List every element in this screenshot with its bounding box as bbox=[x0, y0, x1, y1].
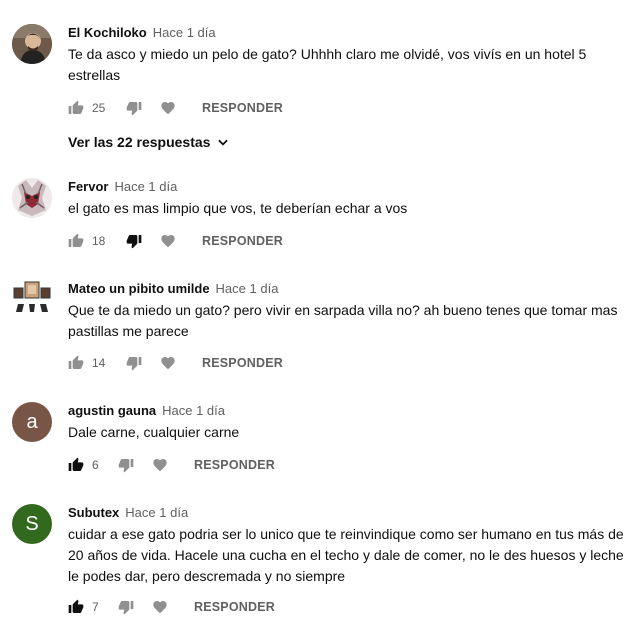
comment-time[interactable]: Hace 1 día bbox=[114, 179, 177, 194]
comment-actions: 18 RESPONDER bbox=[68, 231, 283, 251]
like-count: 14 bbox=[92, 356, 106, 370]
comment-thread: Fervor Hace 1 día el gato es mas limpio q… bbox=[0, 170, 641, 270]
avatar[interactable]: S bbox=[12, 504, 52, 544]
like-icon[interactable] bbox=[68, 457, 84, 473]
comment-thread: Mateo un pibito umilde Hace 1 día Que te … bbox=[0, 270, 641, 392]
like-icon[interactable] bbox=[68, 233, 84, 249]
heart-icon[interactable] bbox=[152, 457, 168, 473]
reply-button[interactable]: RESPONDER bbox=[194, 600, 275, 614]
like-icon[interactable] bbox=[68, 355, 84, 371]
avatar-letter: S bbox=[25, 512, 39, 535]
avatar-letter: a bbox=[26, 410, 38, 433]
view-replies-label: Ver las 22 respuestas bbox=[68, 134, 211, 150]
reply-button[interactable]: RESPONDER bbox=[202, 234, 283, 248]
like-icon[interactable] bbox=[68, 100, 84, 116]
heart-icon[interactable] bbox=[160, 233, 176, 249]
author-name[interactable]: Fervor bbox=[68, 179, 108, 194]
like-count: 7 bbox=[92, 600, 99, 614]
reply-button[interactable]: RESPONDER bbox=[202, 101, 283, 115]
reply-button[interactable]: RESPONDER bbox=[194, 458, 275, 472]
author-name[interactable]: Mateo un pibito umilde bbox=[68, 281, 210, 296]
avatar-photo bbox=[12, 278, 52, 318]
avatar[interactable] bbox=[12, 178, 52, 218]
dislike-icon[interactable] bbox=[126, 355, 142, 371]
like-count: 25 bbox=[92, 101, 106, 115]
comment-text: Que te da miedo un gato? pero vivir en s… bbox=[68, 302, 618, 339]
comment-text: Dale carne, cualquier carne bbox=[68, 424, 240, 440]
comment-header: Subutex Hace 1 día bbox=[68, 505, 188, 520]
comment-text: cuidar a ese gato podria ser lo unico qu… bbox=[68, 526, 624, 584]
comment-time[interactable]: Hace 1 día bbox=[125, 505, 188, 520]
comment-time[interactable]: Hace 1 día bbox=[216, 281, 279, 296]
comment-thread: a agustin gauna Hace 1 día Dale carne, cu… bbox=[0, 392, 641, 494]
avatar[interactable] bbox=[12, 278, 52, 318]
like-count: 6 bbox=[92, 458, 99, 472]
heart-icon[interactable] bbox=[160, 355, 176, 371]
comment-actions: 25 RESPONDER bbox=[68, 98, 283, 118]
comment-thread: S Subutex Hace 1 día cuidar a ese gato po… bbox=[0, 494, 641, 636]
avatar[interactable]: a bbox=[12, 402, 52, 442]
comment-time[interactable]: Hace 1 día bbox=[153, 25, 216, 40]
dislike-icon[interactable] bbox=[126, 233, 142, 249]
dislike-icon[interactable] bbox=[118, 599, 134, 615]
comment-text: el gato es mas limpio que vos, te deberí… bbox=[68, 200, 408, 216]
avatar-photo bbox=[12, 178, 52, 218]
author-name[interactable]: Subutex bbox=[68, 505, 119, 520]
comment-header: Mateo un pibito umilde Hace 1 día bbox=[68, 281, 278, 296]
like-count: 18 bbox=[92, 234, 106, 248]
avatar[interactable] bbox=[12, 24, 52, 64]
comment-time[interactable]: Hace 1 día bbox=[162, 403, 225, 418]
chevron-down-icon bbox=[218, 139, 229, 146]
comment-header: agustin gauna Hace 1 día bbox=[68, 403, 225, 418]
heart-icon[interactable] bbox=[152, 599, 168, 615]
comment-actions: 6 RESPONDER bbox=[68, 455, 275, 475]
comment-actions: 14 RESPONDER bbox=[68, 353, 283, 373]
like-icon[interactable] bbox=[68, 599, 84, 615]
comment-text: Te da asco y miedo un pelo de gato? Uhhh… bbox=[68, 46, 587, 83]
comment-header: El Kochiloko Hace 1 día bbox=[68, 25, 216, 40]
avatar-photo bbox=[12, 24, 52, 64]
comment-actions: 7 RESPONDER bbox=[68, 597, 275, 617]
author-name[interactable]: El Kochiloko bbox=[68, 25, 147, 40]
view-replies-button[interactable]: Ver las 22 respuestas bbox=[68, 134, 230, 150]
reply-button[interactable]: RESPONDER bbox=[202, 356, 283, 370]
dislike-icon[interactable] bbox=[126, 100, 142, 116]
heart-icon[interactable] bbox=[160, 100, 176, 116]
dislike-icon[interactable] bbox=[118, 457, 134, 473]
comment-header: Fervor Hace 1 día bbox=[68, 179, 177, 194]
author-name[interactable]: agustin gauna bbox=[68, 403, 156, 418]
comment-thread: El Kochiloko Hace 1 día Te da asco y mied… bbox=[0, 0, 641, 170]
